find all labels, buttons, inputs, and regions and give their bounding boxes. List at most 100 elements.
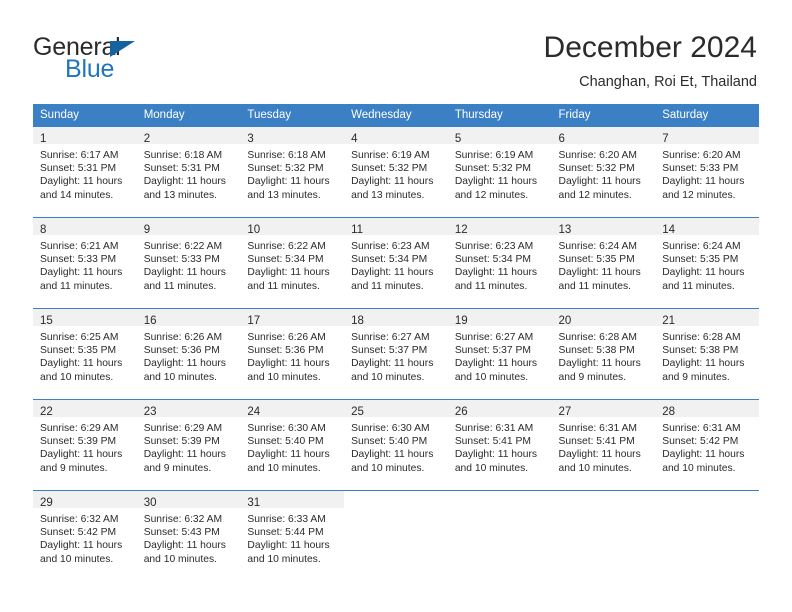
day-number-band: 4 [344,127,448,145]
calendar-day-cell[interactable]: 12 Sunrise: 6:23 AM Sunset: 5:34 PM Dayligh… [447,217,552,309]
calendar-day-cell[interactable]: 31 Sunrise: 6:33 AM Sunset: 5:44 PM Dayligh… [240,490,345,581]
day-cell-inner: 9 Sunrise: 6:22 AM Sunset: 5:33 PM Daylight… [136,218,241,308]
daylight-text-line1: Daylight: 11 hours [247,267,330,279]
page-title: December 2024 [543,31,757,64]
daylight-text-line2: and 9 minutes. [143,462,212,474]
day-cell-inner: 7 Sunrise: 6:20 AM Sunset: 5:33 PM Daylight… [655,127,759,217]
daylight-text-line2: and 14 minutes. [40,189,114,201]
daylight-text-line1: Daylight: 11 hours [247,176,330,188]
day-details: Sunrise: 6:33 AM Sunset: 5:44 PM Daylight:… [240,508,344,566]
day-details: Sunrise: 6:28 AM Sunset: 5:38 PM Daylight:… [655,326,759,384]
day-number-band: 27 [551,400,656,418]
calendar-day-cell[interactable]: 2 Sunrise: 6:18 AM Sunset: 5:31 PM Daylight… [136,127,241,218]
calendar-week-row: 1 Sunrise: 6:17 AM Sunset: 5:31 PM Daylight… [33,127,759,218]
calendar-day-cell[interactable]: 1 Sunrise: 6:17 AM Sunset: 5:31 PM Daylight… [33,127,137,218]
calendar-day-cell[interactable]: 6 Sunrise: 6:20 AM Sunset: 5:32 PM Daylight… [551,127,656,218]
sunrise-text: Sunrise: 6:30 AM [247,423,326,434]
day-number: 20 [558,315,572,327]
weekday-header-wednesday: Wednesday [344,104,448,127]
day-details: Sunrise: 6:31 AM Sunset: 5:41 PM Daylight:… [552,417,656,475]
daylight-text-line2: and 11 minutes. [247,280,320,292]
day-number-band: 5 [447,127,552,145]
calendar-day-cell[interactable]: 15 Sunrise: 6:25 AM Sunset: 5:35 PM Dayligh… [33,308,137,400]
daylight-text-line2: and 10 minutes. [247,553,321,565]
day-number: 2 [143,133,151,145]
calendar-day-cell[interactable]: 23 Sunrise: 6:29 AM Sunset: 5:39 PM Dayligh… [136,399,241,491]
calendar-day-cell[interactable]: 28 Sunrise: 6:31 AM Sunset: 5:42 PM Dayligh… [655,399,759,491]
calendar-day-cell[interactable]: 24 Sunrise: 6:30 AM Sunset: 5:40 PM Dayligh… [240,399,345,491]
calendar-day-cell[interactable]: 7 Sunrise: 6:20 AM Sunset: 5:33 PM Daylight… [655,127,759,218]
daylight-text-line2: and 13 minutes. [351,189,425,201]
daylight-text-line1: Daylight: 11 hours [40,540,123,552]
calendar-week-row: 29 Sunrise: 6:32 AM Sunset: 5:42 PM Dayligh… [33,490,759,581]
calendar-day-cell[interactable]: 11 Sunrise: 6:23 AM Sunset: 5:34 PM Dayligh… [344,217,448,309]
daylight-text-line2: and 11 minutes. [662,280,735,292]
daylight-text-line2: and 9 minutes. [40,462,108,474]
calendar-day-cell[interactable]: 13 Sunrise: 6:24 AM Sunset: 5:35 PM Dayligh… [551,217,656,309]
day-number: 29 [40,497,53,509]
day-cell-inner: 29 Sunrise: 6:32 AM Sunset: 5:42 PM Dayligh… [33,491,137,581]
daylight-text-line1: Daylight: 11 hours [143,449,226,461]
day-cell-inner: 12 Sunrise: 6:23 AM Sunset: 5:34 PM Dayligh… [447,218,552,308]
calendar-day-cell[interactable]: 19 Sunrise: 6:27 AM Sunset: 5:37 PM Dayligh… [447,308,552,400]
calendar-week-row: 22 Sunrise: 6:29 AM Sunset: 5:39 PM Dayligh… [33,399,759,491]
sunset-text: Sunset: 5:37 PM [454,345,531,357]
calendar-day-cell[interactable]: 18 Sunrise: 6:27 AM Sunset: 5:37 PM Dayligh… [344,308,448,400]
calendar-day-cell[interactable]: 3 Sunrise: 6:18 AM Sunset: 5:32 PM Daylight… [240,127,345,218]
calendar-day-cell[interactable]: 26 Sunrise: 6:31 AM Sunset: 5:41 PM Dayligh… [447,399,552,491]
daylight-text-line2: and 9 minutes. [662,371,730,383]
brand-logo[interactable]: General Blue [33,30,173,90]
calendar-day-cell[interactable]: 29 Sunrise: 6:32 AM Sunset: 5:42 PM Dayligh… [33,490,137,581]
calendar-day-cell[interactable]: 14 Sunrise: 6:24 AM Sunset: 5:35 PM Dayligh… [655,217,759,309]
calendar-day-cell[interactable]: 30 Sunrise: 6:32 AM Sunset: 5:43 PM Dayligh… [136,490,241,581]
day-number-band: 17 [240,309,345,327]
day-cell-inner: 4 Sunrise: 6:19 AM Sunset: 5:32 PM Daylight… [344,127,448,217]
day-cell-inner: 18 Sunrise: 6:27 AM Sunset: 5:37 PM Dayligh… [344,309,448,399]
calendar-day-cell[interactable]: 9 Sunrise: 6:22 AM Sunset: 5:33 PM Daylight… [136,217,241,309]
day-number: 28 [662,406,676,418]
day-cell-inner: 8 Sunrise: 6:21 AM Sunset: 5:33 PM Daylight… [33,218,137,308]
sunrise-text: Sunrise: 6:23 AM [454,241,534,252]
calendar-day-cell[interactable]: 21 Sunrise: 6:28 AM Sunset: 5:38 PM Dayligh… [655,308,759,400]
sunset-text: Sunset: 5:35 PM [662,254,739,266]
sunset-text: Sunset: 5:36 PM [247,345,324,357]
daylight-text-line2: and 9 minutes. [558,371,627,383]
calendar-page: General Blue December 2024 Changhan, Roi… [0,0,792,612]
calendar-day-cell[interactable]: 20 Sunrise: 6:28 AM Sunset: 5:38 PM Dayligh… [551,308,656,400]
day-number-band: 7 [655,127,759,145]
calendar-day-cell[interactable]: 17 Sunrise: 6:26 AM Sunset: 5:36 PM Dayligh… [240,308,345,400]
calendar-day-cell[interactable]: 27 Sunrise: 6:31 AM Sunset: 5:41 PM Dayligh… [551,399,656,491]
calendar-day-cell[interactable]: 4 Sunrise: 6:19 AM Sunset: 5:32 PM Daylight… [344,127,448,218]
daylight-text-line1: Daylight: 11 hours [40,176,123,188]
calendar-day-cell[interactable]: 22 Sunrise: 6:29 AM Sunset: 5:39 PM Dayligh… [33,399,137,491]
day-number: 3 [247,133,254,145]
daylight-text-line1: Daylight: 11 hours [143,358,226,370]
day-cell-inner: 26 Sunrise: 6:31 AM Sunset: 5:41 PM Dayligh… [447,400,552,490]
day-details: Sunrise: 6:22 AM Sunset: 5:33 PM Daylight:… [137,235,241,293]
day-details: Sunrise: 6:18 AM Sunset: 5:31 PM Daylight:… [137,144,241,202]
day-number-band: 10 [240,218,345,236]
calendar-day-cell[interactable]: 5 Sunrise: 6:19 AM Sunset: 5:32 PM Daylight… [447,127,552,218]
page-header: General Blue December 2024 Changhan, Roi… [0,0,792,90]
sunrise-text: Sunrise: 6:21 AM [40,241,119,252]
day-details: Sunrise: 6:31 AM Sunset: 5:42 PM Daylight:… [655,417,759,475]
daylight-text-line2: and 13 minutes. [143,189,217,201]
day-details: Sunrise: 6:23 AM Sunset: 5:34 PM Daylight:… [448,235,552,293]
sunrise-text: Sunrise: 6:31 AM [558,423,637,434]
calendar-day-cell[interactable]: 25 Sunrise: 6:30 AM Sunset: 5:40 PM Dayligh… [344,399,448,491]
calendar-day-cell[interactable]: 16 Sunrise: 6:26 AM Sunset: 5:36 PM Dayligh… [136,308,241,400]
calendar-day-cell[interactable]: 8 Sunrise: 6:21 AM Sunset: 5:33 PM Daylight… [33,217,137,309]
day-details: Sunrise: 6:21 AM Sunset: 5:33 PM Daylight:… [33,235,137,293]
day-cell-inner: 10 Sunrise: 6:22 AM Sunset: 5:34 PM Dayligh… [240,218,345,308]
sunrise-text: Sunrise: 6:26 AM [247,332,326,343]
calendar-empty-cell [344,490,448,581]
sunset-text: Sunset: 5:41 PM [558,436,635,448]
day-number-band: 21 [655,309,759,327]
sunset-text: Sunset: 5:35 PM [558,254,635,266]
daylight-text-line1: Daylight: 11 hours [558,176,641,188]
day-number: 11 [351,224,364,236]
day-number: 13 [558,224,572,236]
day-number: 31 [247,497,261,509]
calendar-day-cell[interactable]: 10 Sunrise: 6:22 AM Sunset: 5:34 PM Dayligh… [240,217,345,309]
daylight-text-line2: and 10 minutes. [454,462,529,474]
